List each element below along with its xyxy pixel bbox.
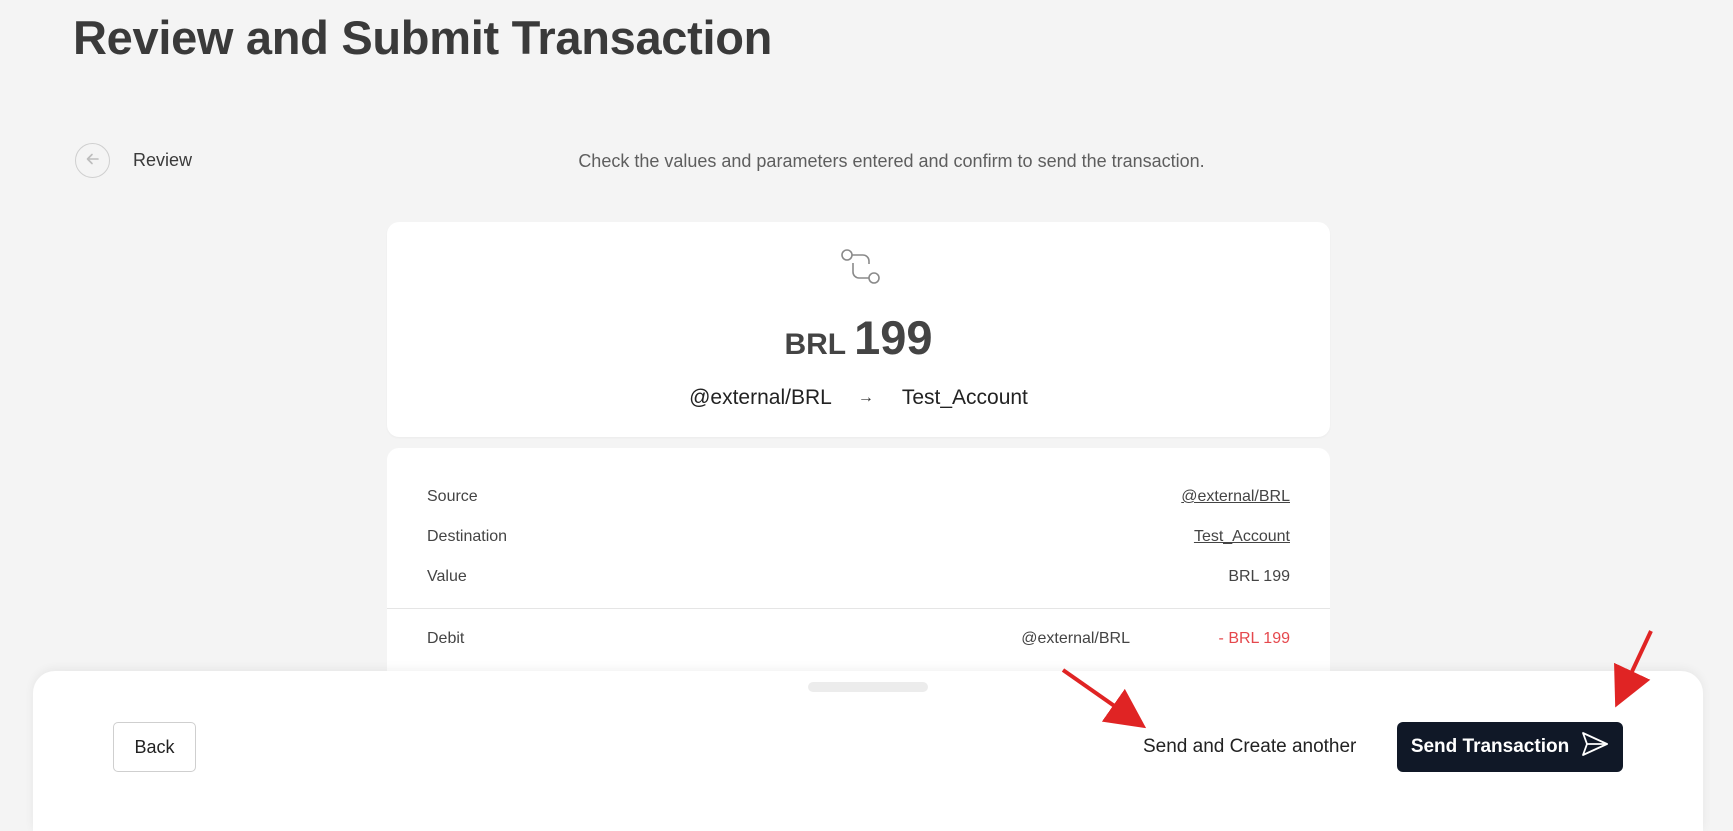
amount-currency: BRL [784,328,847,361]
destination-account-link[interactable]: Test_Account [1194,528,1290,546]
divider [387,608,1330,609]
source-account-link[interactable]: @external/BRL [1181,488,1290,506]
route-display: @external/BRL → Test_Account [387,386,1330,410]
send-and-create-another-button[interactable]: Send and Create another [1143,722,1356,772]
amount-value: 199 [854,311,933,364]
debit-amount: - BRL 199 [1218,630,1290,647]
page-subtitle: Check the values and parameters entered … [578,151,1205,171]
route-arrow: → [857,389,874,406]
send-transaction-button[interactable]: Send Transaction [1397,722,1623,772]
send-paper-plane-icon [1581,731,1609,763]
action-footer-sheet: Back Send and Create another Send Transa… [33,671,1703,831]
transaction-summary-card: BRL 199 @external/BRL → Test_Account [387,222,1330,437]
back-button[interactable]: Back [113,722,196,772]
amount-display: BRL 199 [387,310,1330,365]
detail-label: Source [427,488,478,505]
detail-label: Destination [427,528,508,545]
sheet-drag-handle[interactable] [808,682,928,692]
transaction-details-card: Source @external/BRL Destination Test_Ac… [387,448,1330,698]
debit-row: Debit @external/BRL - BRL 199 [427,630,1290,648]
detail-value: BRL 199 [1228,568,1290,585]
route-destination: Test_Account [901,386,1028,409]
transfer-route-icon [841,249,881,289]
detail-row-destination: Destination Test_Account [427,528,1290,546]
send-transaction-label: Send Transaction [1410,736,1570,757]
page-title: Review and Submit Transaction [73,11,773,64]
debit-account: @external/BRL [1021,630,1130,647]
detail-label: Value [427,568,467,585]
detail-row-value: Value BRL 199 [427,568,1290,586]
debit-label: Debit [427,630,465,647]
detail-row-source: Source @external/BRL [427,488,1290,506]
route-source: @external/BRL [689,386,832,409]
